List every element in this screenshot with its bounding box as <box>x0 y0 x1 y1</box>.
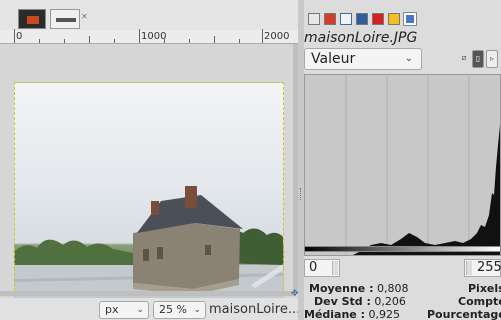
status-bar: px ⌄ 25 % ⌄ maisonLoire... <box>0 298 301 320</box>
histogram-graph <box>305 75 500 255</box>
range-end-input[interactable]: 255 <box>464 259 501 277</box>
range-start-input[interactable]: 0 <box>304 259 340 277</box>
splitter-grip <box>300 188 302 200</box>
channels-icon[interactable] <box>324 13 336 25</box>
range-start-value: 0 <box>309 260 318 275</box>
ruler-label: 1000 <box>141 31 167 42</box>
image-title: maisonLoire.JPG <box>304 30 418 46</box>
zoom-select[interactable]: 25 % ⌄ <box>153 301 206 319</box>
status-filename: maisonLoire... <box>209 302 301 317</box>
horizontal-scrollbar[interactable] <box>0 291 293 296</box>
ruler-tick <box>39 39 40 43</box>
ruler-tick <box>262 29 263 43</box>
stat-label: Médiane : <box>304 308 365 320</box>
ruler-tick <box>139 29 140 43</box>
log-scale-button[interactable]: ▯ <box>472 50 484 68</box>
stat-value: 0,206 <box>374 295 406 308</box>
ruler-label: 2000 <box>264 31 290 42</box>
ruler-tick <box>114 39 115 43</box>
ruler-label: 0 <box>16 31 23 42</box>
image-tab-thumbnail-2[interactable] <box>50 9 80 29</box>
unit-select-value: px <box>105 303 119 316</box>
channel-select[interactable]: Valeur ⌄ <box>304 48 422 70</box>
undo-icon[interactable] <box>356 13 368 25</box>
image-tabs: ✕ <box>0 0 298 30</box>
image-tab-thumbnail-1[interactable] <box>18 9 46 29</box>
unit-select[interactable]: px ⌄ <box>99 301 149 319</box>
zoom-select-value: 25 % <box>159 303 187 316</box>
paths-icon[interactable] <box>340 13 352 25</box>
stat-label: Moyenne : <box>309 282 374 295</box>
stat-mean: Moyenne : 0,808 <box>309 282 409 295</box>
photo-layer[interactable] <box>14 82 284 306</box>
brushes-icon[interactable] <box>388 13 400 25</box>
stat-count-label: Compte <box>458 295 501 308</box>
spin-buttons[interactable] <box>332 261 338 275</box>
range-end-value: 255 <box>477 260 501 275</box>
spin-buttons[interactable] <box>466 261 472 275</box>
channel-select-value: Valeur <box>311 51 356 67</box>
house-in-river-image <box>15 186 283 305</box>
histogram-dock: maisonLoire.JPG Valeur ⌄ ⧄ ▯ ▹ 0 255 Moy… <box>304 0 501 320</box>
ruler-tick <box>89 36 90 43</box>
stat-std-dev: Dev Std : 0,206 <box>314 295 406 308</box>
stat-value: 0,808 <box>377 282 409 295</box>
image-window: ✕ 0 1000 2000 ✥ px ⌄ 25 % ⌄ maisonLoire.… <box>0 0 301 320</box>
ruler-tick <box>189 39 190 43</box>
thumbnail-icon <box>27 16 39 24</box>
chevron-down-icon: ⌄ <box>136 305 144 315</box>
histogram-plot[interactable] <box>304 74 501 256</box>
stat-label: Dev Std : <box>314 295 371 308</box>
ruler-tick <box>239 39 240 43</box>
value-gradient-bar[interactable] <box>304 246 501 252</box>
colors-icon[interactable] <box>372 13 384 25</box>
ruler-tick <box>214 36 215 43</box>
histogram-icon[interactable] <box>403 12 417 26</box>
ruler-tick <box>164 39 165 43</box>
dock-tabs <box>304 9 501 29</box>
horizontal-ruler: 0 1000 2000 <box>0 29 298 44</box>
channel-menu-button[interactable]: ▹ <box>486 50 498 68</box>
ruler-tick <box>64 39 65 43</box>
close-icon[interactable]: ✕ <box>81 12 88 21</box>
stat-value: 0,925 <box>368 308 401 320</box>
stat-pixels-label: Pixels <box>468 282 501 295</box>
stat-percent-label: Pourcentage <box>427 308 501 320</box>
chevron-down-icon: ⌄ <box>404 53 413 64</box>
image-canvas[interactable] <box>0 44 293 306</box>
ruler-tick <box>14 29 15 43</box>
chevron-down-icon: ⌄ <box>193 305 201 315</box>
thumbnail-icon <box>56 18 76 22</box>
layers-icon[interactable] <box>308 13 320 25</box>
linear-scale-icon[interactable]: ⧄ <box>458 50 470 68</box>
stat-median: Médiane : 0,925 <box>304 308 400 320</box>
